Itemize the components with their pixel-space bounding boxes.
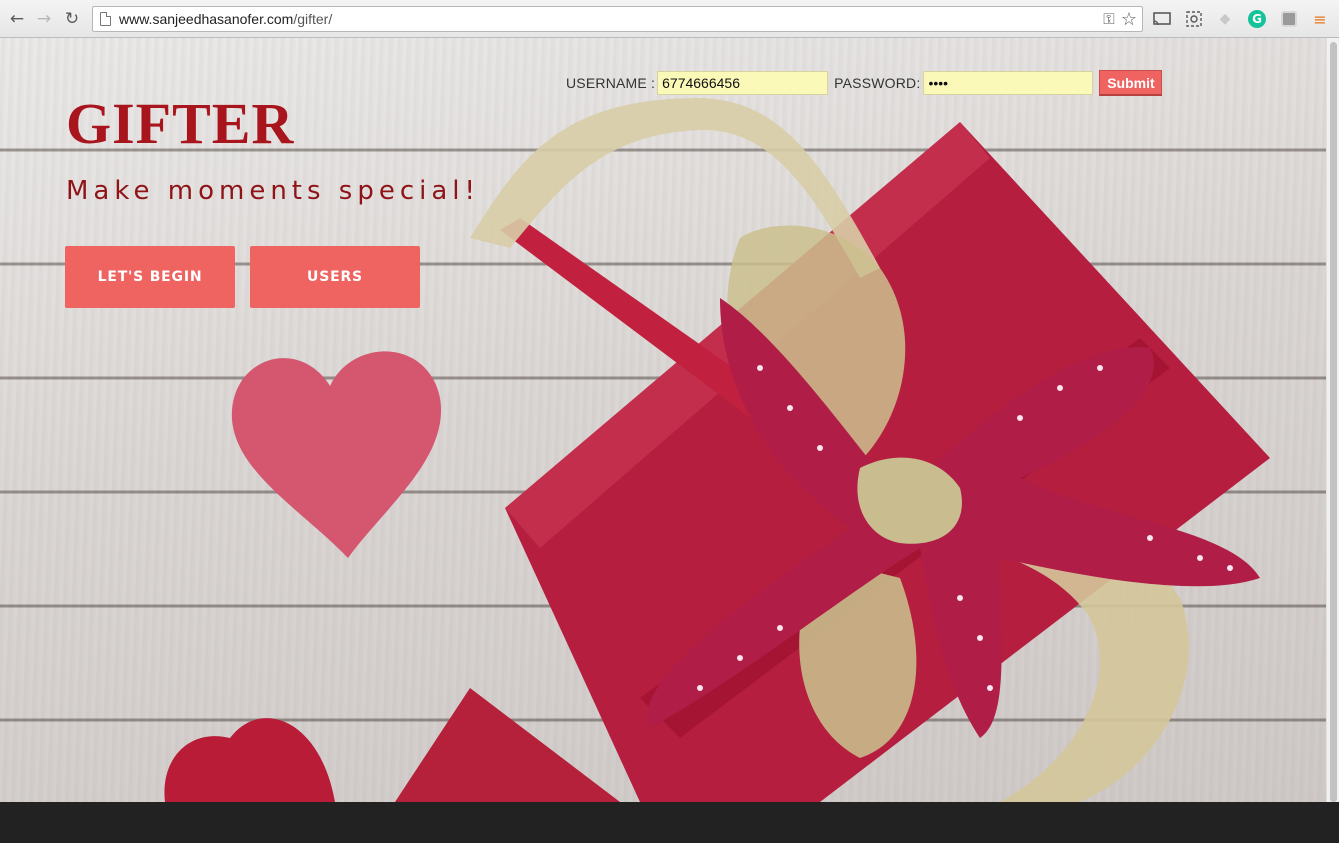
page-scrollbar[interactable]: [1326, 38, 1339, 802]
forward-icon[interactable]: →: [34, 9, 54, 29]
chrome-menu-icon[interactable]: ≡: [1310, 9, 1330, 29]
password-label: PASSWORD:: [834, 75, 921, 91]
key-icon[interactable]: ⚿: [1100, 10, 1118, 28]
url-text[interactable]: www.sanjeedhasanofer.com/gifter/: [119, 11, 332, 27]
scrollbar-thumb[interactable]: [1330, 42, 1337, 802]
back-icon[interactable]: ←: [7, 9, 27, 29]
tagline: Make moments special!: [66, 176, 480, 206]
brand-title: GIFTER: [66, 91, 295, 156]
grammarly-icon[interactable]: G: [1247, 9, 1267, 29]
username-input[interactable]: [657, 71, 829, 95]
heart-shape-bottom: [164, 718, 335, 802]
bookmark-star-icon[interactable]: ☆: [1120, 9, 1138, 30]
password-input[interactable]: [923, 71, 1094, 95]
address-bar[interactable]: www.sanjeedhasanofer.com/gifter/ ⚿ ☆: [92, 6, 1143, 32]
submit-button[interactable]: Submit: [1099, 70, 1163, 96]
page-icon: [100, 12, 111, 26]
heart-shape: [231, 351, 442, 558]
lets-begin-button[interactable]: LET'S BEGIN: [65, 246, 235, 308]
browser-toolbar: ← → ↻ www.sanjeedhasanofer.com/gifter/ ⚿…: [0, 0, 1339, 38]
cast-icon[interactable]: [1152, 9, 1172, 29]
screenshot-icon[interactable]: [1184, 9, 1204, 29]
red-paper-shape: [395, 688, 620, 802]
reload-icon[interactable]: ↻: [62, 9, 82, 29]
hero-section: USERNAME : PASSWORD: Submit GIFTER Make …: [0, 38, 1326, 802]
extension-icon[interactable]: ◆: [1215, 9, 1235, 29]
username-label: USERNAME :: [566, 75, 656, 91]
login-form: USERNAME : PASSWORD: Submit: [566, 70, 1163, 96]
footer-bar: [0, 802, 1339, 843]
extension-gray-icon[interactable]: [1279, 9, 1299, 29]
users-button[interactable]: USERS: [250, 246, 420, 308]
